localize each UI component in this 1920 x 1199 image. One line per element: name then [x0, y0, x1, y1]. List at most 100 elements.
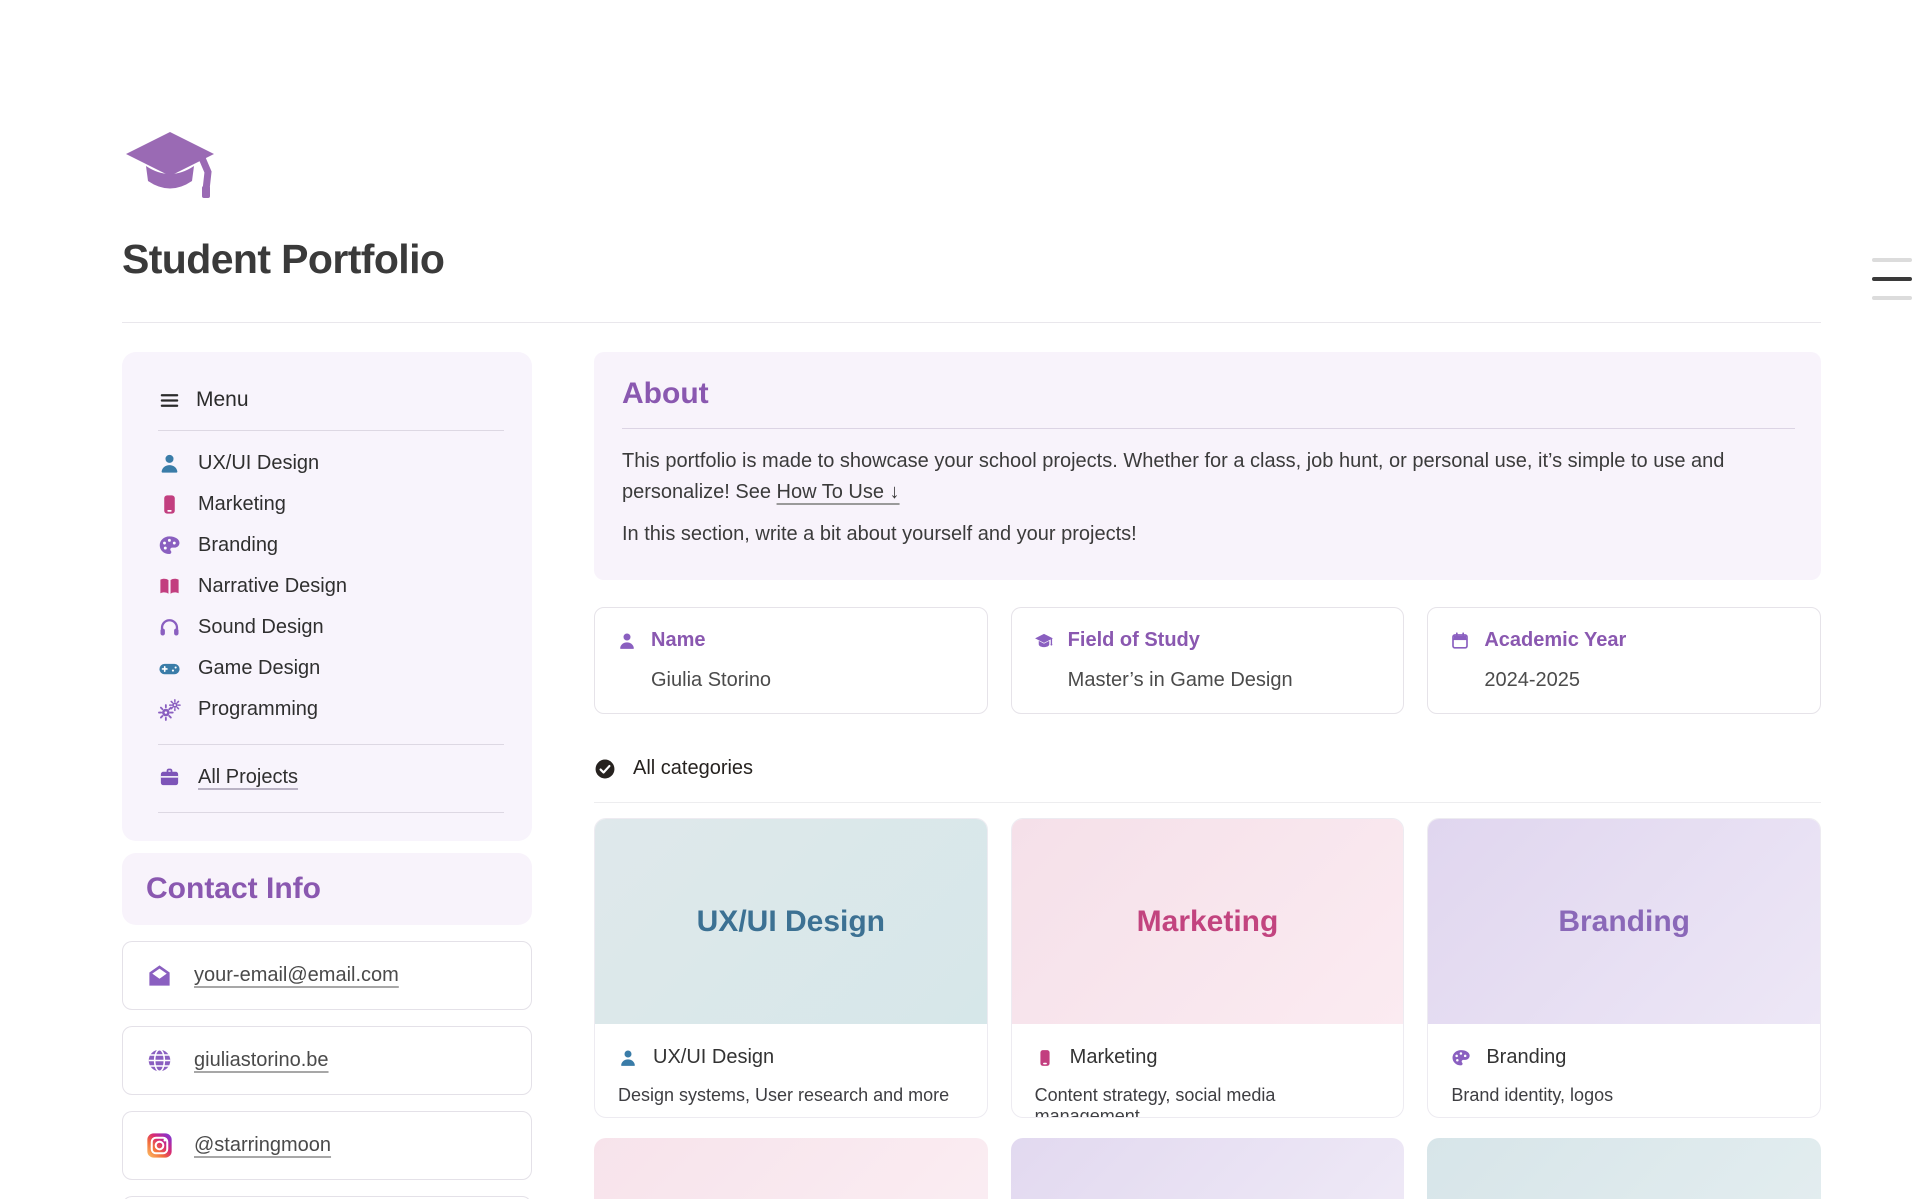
gamepad-icon — [158, 657, 181, 680]
sidebar-item-label: Programming — [198, 698, 318, 721]
profile-card-value: Master’s in Game Design — [1068, 669, 1382, 692]
sidebar-item-label: Sound Design — [198, 616, 324, 639]
phone-icon — [1035, 1048, 1055, 1068]
envelope-icon — [146, 962, 173, 989]
category-card-title: Marketing — [1137, 905, 1279, 939]
category-card-name-row: Branding — [1451, 1046, 1797, 1069]
sidebar: Menu UX/UI Design Marketing Branding Narrat… — [122, 352, 532, 1199]
category-card-partial[interactable] — [1011, 1138, 1405, 1199]
sidebar-item-label: Game Design — [198, 657, 320, 680]
sidebar-item-game-design[interactable]: Game Design — [158, 648, 504, 689]
category-card-cover: UX/UI Design — [595, 819, 987, 1024]
sidebar-item-marketing[interactable]: Marketing — [158, 484, 504, 525]
sidebar-item-label: Branding — [198, 534, 278, 557]
profile-card-label: Field of Study — [1068, 629, 1200, 652]
category-card-title: Branding — [1558, 905, 1690, 939]
category-card-partial[interactable] — [594, 1138, 988, 1199]
check-circle-icon — [594, 758, 616, 780]
category-card-name: Branding — [1486, 1046, 1566, 1069]
book-icon — [158, 575, 181, 598]
category-card-title: UX/UI Design — [697, 905, 885, 939]
sidebar-item-narrative-design[interactable]: Narrative Design — [158, 566, 504, 607]
sidebar-item-label: Marketing — [198, 493, 286, 516]
about-paragraph-2: In this section, write a bit about yours… — [622, 519, 1732, 550]
category-card-name: Marketing — [1070, 1046, 1158, 1069]
profile-card-label: Academic Year — [1484, 629, 1626, 652]
contact-card-your-email-email-com[interactable]: your-email@email.com — [122, 941, 532, 1010]
graduation-cap-icon — [1034, 631, 1054, 651]
profile-card-label-row: Field of Study — [1034, 629, 1382, 652]
divider — [158, 812, 504, 813]
category-card-name-row: UX/UI Design — [618, 1046, 964, 1069]
sidebar-item-branding[interactable]: Branding — [158, 525, 504, 566]
category-card-ux-ui-design[interactable]: UX/UI Design UX/UI Design Design systems, … — [594, 818, 988, 1118]
profile-card-value: 2024-2025 — [1484, 669, 1798, 692]
profile-card-value: Giulia Storino — [651, 669, 965, 692]
category-filter[interactable]: All categories — [594, 757, 1821, 780]
contact-card-giuliastorino-be[interactable]: giuliastorino.be — [122, 1026, 532, 1095]
profile-card-label: Name — [651, 629, 705, 652]
sidebar-item-sound-design[interactable]: Sound Design — [158, 607, 504, 648]
category-card-partial[interactable] — [1427, 1138, 1821, 1199]
category-card-description: Design systems, User research and more — [618, 1085, 964, 1106]
sidebar-item-ux-ui-design[interactable]: UX/UI Design — [158, 443, 504, 484]
category-card-name: UX/UI Design — [653, 1046, 774, 1069]
sidebar-item-all-projects[interactable]: All Projects — [158, 757, 504, 798]
category-card-branding[interactable]: Branding Branding Brand identity, logos — [1427, 818, 1821, 1118]
category-card-cover: Marketing — [1012, 819, 1404, 1024]
headphones-icon — [158, 616, 181, 639]
outline-line — [1872, 277, 1912, 281]
category-card-name-row: Marketing — [1035, 1046, 1381, 1069]
globe-icon — [146, 1047, 173, 1074]
menu-toggle[interactable]: Menu — [158, 388, 504, 412]
palette-icon — [1451, 1048, 1471, 1068]
category-card-body: Branding Brand identity, logos — [1428, 1024, 1820, 1118]
sidebar-item-label: UX/UI Design — [198, 452, 319, 475]
contact-card-starringmoon[interactable]: @starringmoon — [122, 1111, 532, 1180]
profile-card-label-row: Name — [617, 629, 965, 652]
header-divider — [122, 322, 1821, 323]
outline-indicator[interactable] — [1872, 258, 1912, 300]
profile-card-label-row: Academic Year — [1450, 629, 1798, 652]
briefcase-icon — [158, 766, 181, 789]
divider — [594, 802, 1821, 803]
instagram-icon — [146, 1132, 173, 1159]
contact-link[interactable]: giuliastorino.be — [194, 1049, 329, 1072]
outline-line — [1872, 258, 1912, 262]
about-title: About — [622, 377, 1795, 411]
main-content: About This portfolio is made to showcase… — [594, 352, 1821, 1199]
gears-icon — [158, 698, 181, 721]
all-projects-label: All Projects — [198, 766, 298, 789]
divider — [158, 430, 504, 431]
page-title: Student Portfolio — [122, 236, 444, 283]
category-card-description: Brand identity, logos — [1451, 1085, 1797, 1106]
profile-card-field-of-study[interactable]: Field of Study Master’s in Game Design — [1011, 607, 1405, 714]
profile-card-name[interactable]: Name Giulia Storino — [594, 607, 988, 714]
outline-line — [1872, 296, 1912, 300]
menu-card: Menu UX/UI Design Marketing Branding Narrat… — [122, 352, 532, 841]
menu-label: Menu — [196, 388, 249, 412]
person-icon — [617, 631, 637, 651]
profile-card-academic-year[interactable]: Academic Year 2024-2025 — [1427, 607, 1821, 714]
contact-link[interactable]: your-email@email.com — [194, 964, 399, 987]
graduation-cap-icon — [120, 128, 220, 212]
palette-icon — [158, 534, 181, 557]
how-to-use-link[interactable]: How To Use ↓ — [777, 481, 900, 503]
category-card-cover: Branding — [1428, 819, 1820, 1024]
category-card-body: MarketingContent strategy, social media … — [1012, 1024, 1404, 1118]
about-section: About This portfolio is made to showcase… — [594, 352, 1821, 580]
divider — [158, 744, 504, 745]
contact-link[interactable]: @starringmoon — [194, 1134, 331, 1157]
divider — [622, 428, 1795, 429]
category-filter-label: All categories — [633, 757, 753, 780]
category-card-marketing[interactable]: MarketingMarketingContent strategy, soci… — [1011, 818, 1405, 1118]
person-icon — [158, 452, 181, 475]
calendar-icon — [1450, 631, 1470, 651]
sidebar-item-programming[interactable]: Programming — [158, 689, 504, 730]
about-paragraph: This portfolio is made to showcase your … — [622, 446, 1732, 508]
contact-info-title: Contact Info — [146, 872, 508, 906]
hamburger-icon — [158, 389, 181, 412]
contact-info-header: Contact Info — [122, 853, 532, 925]
phone-icon — [158, 493, 181, 516]
category-card-body: UX/UI Design Design systems, User researc… — [595, 1024, 987, 1118]
